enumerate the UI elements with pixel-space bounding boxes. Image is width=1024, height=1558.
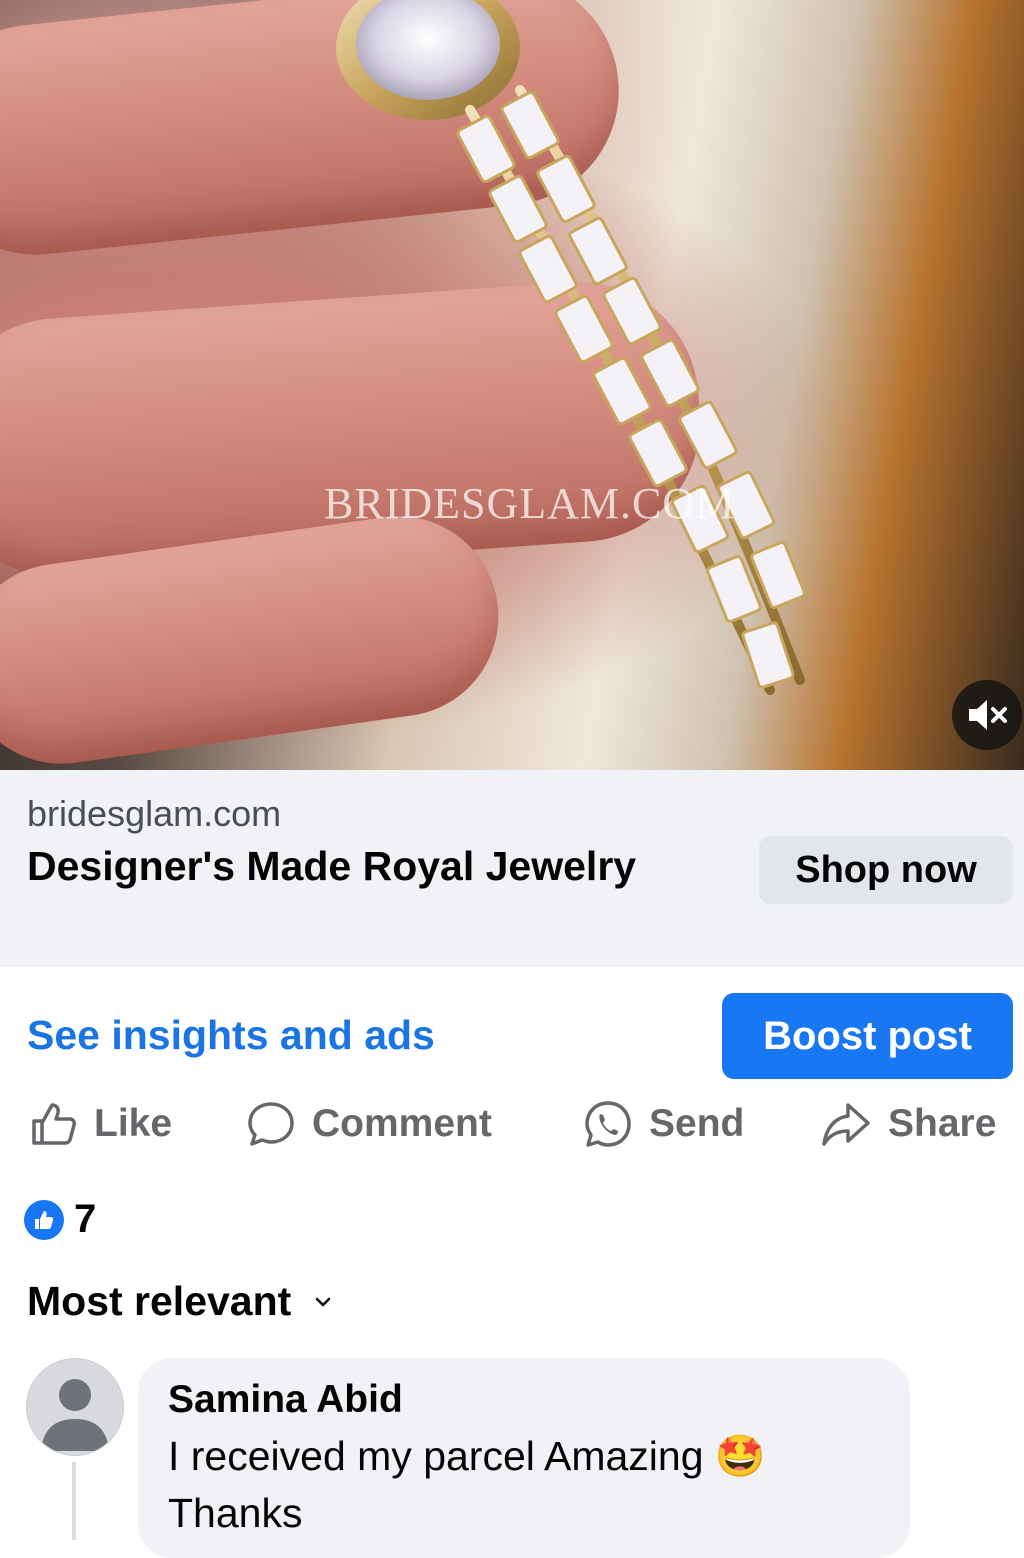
avatar[interactable]	[26, 1358, 124, 1456]
comment-label: Comment	[312, 1102, 492, 1145]
bracelet-image	[336, 0, 806, 695]
comments-sort-dropdown[interactable]: Most relevant	[27, 1278, 333, 1325]
whatsapp-icon	[585, 1101, 631, 1147]
shop-now-button[interactable]: Shop now	[759, 836, 1013, 904]
default-user-icon	[41, 1379, 109, 1451]
comment-author[interactable]: Samina Abid	[168, 1378, 403, 1422]
like-action-button[interactable]: Like	[28, 1096, 172, 1152]
comment-bubble-icon	[248, 1102, 294, 1146]
watermark-text: BRIDESGLAM.COM	[324, 479, 736, 528]
comment-text-line2: Thanks	[168, 1490, 303, 1536]
send-label: Send	[649, 1102, 745, 1145]
see-insights-link[interactable]: See insights and ads	[27, 1012, 435, 1059]
sort-label: Most relevant	[27, 1278, 292, 1324]
mute-button[interactable]	[952, 680, 1022, 750]
share-label: Share	[888, 1102, 997, 1145]
boost-post-button[interactable]: Boost post	[722, 993, 1013, 1079]
link-headline[interactable]: Designer's Made Royal Jewelry	[27, 838, 667, 895]
link-domain: bridesglam.com	[27, 793, 282, 834]
post-video[interactable]: BRIDESGLAM.COM	[0, 0, 1024, 770]
comment-text: I received my parcel Amazing 🤩 Thanks	[168, 1428, 898, 1542]
like-label: Like	[94, 1102, 173, 1145]
comment-text-line1: I received my parcel Amazing	[168, 1433, 704, 1479]
send-action-button[interactable]: Send	[583, 1096, 744, 1152]
reaction-summary[interactable]: 7	[24, 1197, 96, 1242]
like-reaction-icon	[24, 1199, 64, 1240]
thumbs-up-icon	[32, 1103, 76, 1145]
star-struck-emoji: 🤩	[714, 1433, 766, 1479]
comment-action-button[interactable]: Comment	[246, 1096, 492, 1152]
reaction-count: 7	[74, 1197, 97, 1241]
chevron-down-icon	[316, 1297, 331, 1306]
speaker-muted-icon	[969, 700, 1007, 730]
share-action-button[interactable]: Share	[820, 1096, 996, 1152]
share-arrow-icon	[822, 1103, 870, 1146]
comment-thread-line	[72, 1462, 76, 1540]
